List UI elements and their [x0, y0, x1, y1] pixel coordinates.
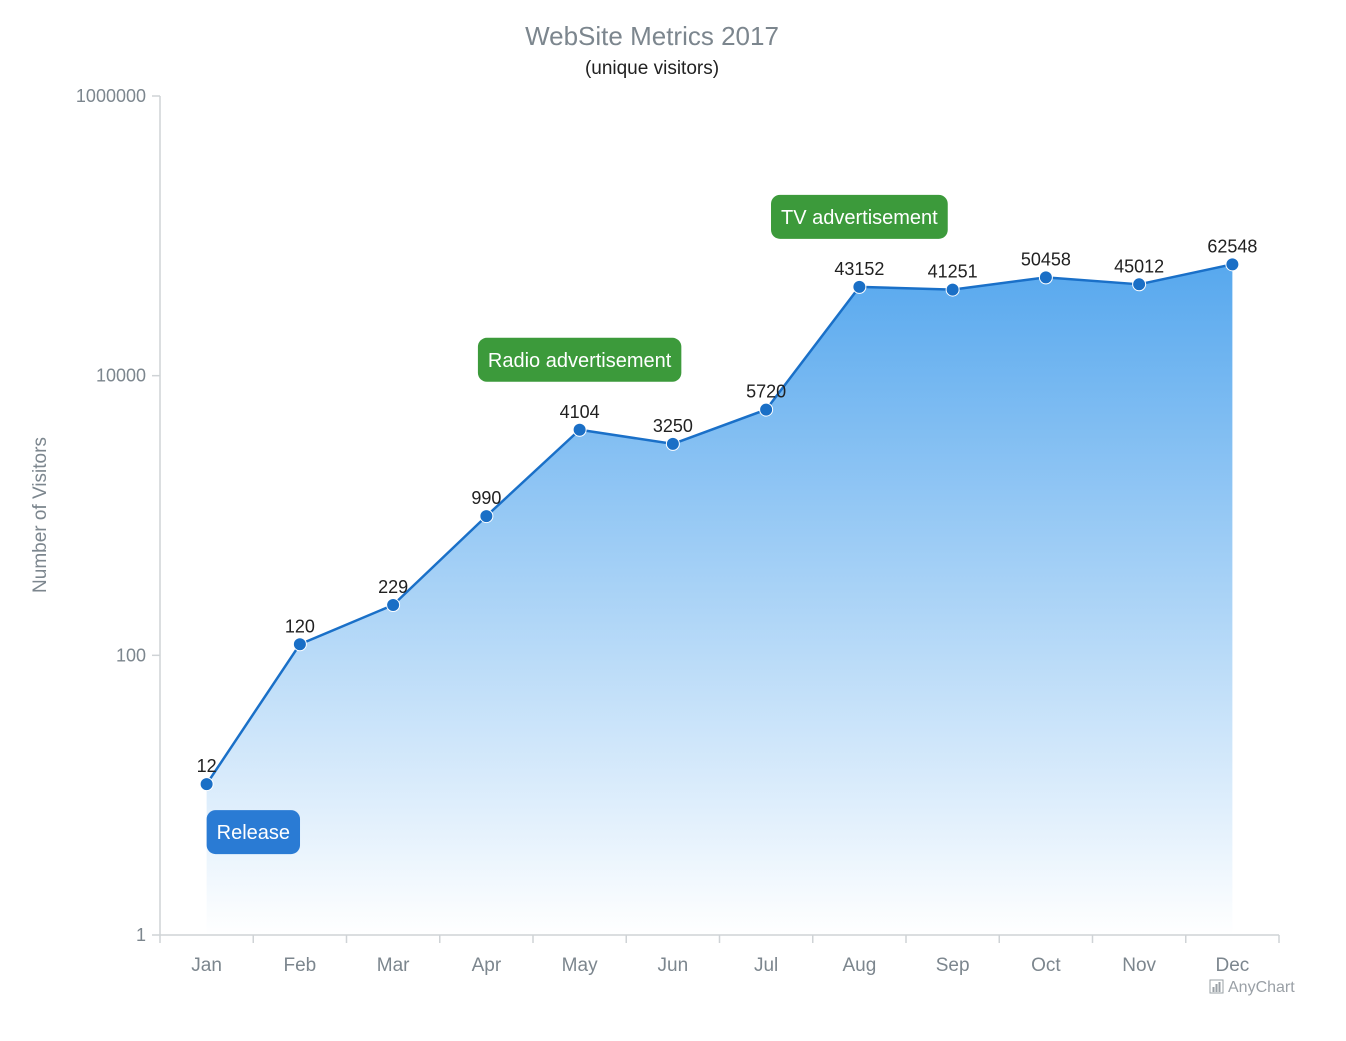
y-tick-label: 1 [136, 925, 146, 945]
data-point [572, 422, 587, 437]
chart-title: WebSite Metrics 2017 [525, 21, 779, 51]
data-point [759, 402, 774, 417]
chart-subtitle: (unique visitors) [585, 58, 719, 79]
x-tick-label: Feb [284, 955, 317, 976]
annotation-label: Release [217, 822, 290, 844]
y-axis-label: Number of Visitors [30, 437, 51, 593]
y-tick-label: 1000000 [76, 86, 146, 106]
data-point [386, 598, 401, 613]
annotation-callout: Release [206, 810, 301, 855]
data-point [1132, 277, 1147, 292]
data-label: 45012 [1114, 256, 1164, 276]
credit[interactable]: AnyChart [1209, 979, 1295, 996]
annotation-callout: Radio advertisement [477, 337, 682, 382]
x-tick-label: Aug [842, 955, 876, 976]
y-tick-label: 100 [116, 645, 146, 665]
data-label: 12 [197, 756, 217, 776]
x-tick-label: Dec [1215, 955, 1249, 976]
data-point [852, 279, 867, 294]
y-tick-label: 10000 [96, 366, 146, 386]
data-point [199, 777, 214, 792]
data-label: 120 [285, 616, 315, 636]
data-point [479, 509, 494, 524]
data-point [1225, 257, 1240, 272]
x-tick-label: Jul [754, 955, 778, 976]
data-point [665, 436, 680, 451]
data-label: 41251 [928, 262, 978, 282]
x-tick-label: Jan [191, 955, 222, 976]
data-label: 62548 [1207, 236, 1257, 256]
data-label: 43152 [834, 259, 884, 279]
area-layer [206, 264, 1233, 936]
data-point [945, 282, 960, 297]
annotation-label: Radio advertisement [488, 350, 672, 372]
chart-svg: WebSite Metrics 2017 (unique visitors) N… [30, 21, 1295, 996]
annotation-label: TV advertisement [781, 207, 938, 229]
credit-text: AnyChart [1228, 979, 1295, 996]
area-fill [206, 264, 1233, 936]
data-label: 4104 [560, 402, 600, 422]
x-tick-label: Nov [1122, 955, 1156, 976]
data-label: 5720 [746, 382, 786, 402]
data-label: 3250 [653, 416, 693, 436]
data-point [292, 637, 307, 652]
chart-root: WebSite Metrics 2017 (unique visitors) N… [0, 0, 1346, 1036]
x-tick-label: Mar [377, 955, 410, 976]
annotation-callout: TV advertisement [771, 194, 948, 239]
x-tick-label: Oct [1031, 955, 1061, 976]
data-label: 229 [378, 577, 408, 597]
data-label: 50458 [1021, 249, 1071, 269]
x-tick-label: May [562, 955, 598, 976]
x-tick-label: Sep [936, 955, 970, 976]
chart-logo-icon [1209, 979, 1224, 994]
data-label: 990 [471, 488, 501, 508]
x-tick-label: Jun [658, 955, 689, 976]
x-tick-label: Apr [472, 955, 502, 976]
data-point [1038, 270, 1053, 285]
